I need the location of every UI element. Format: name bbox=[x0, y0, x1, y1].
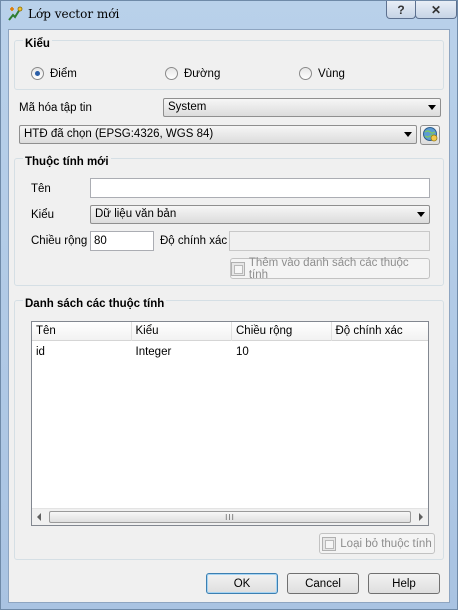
ok-label: OK bbox=[233, 577, 251, 590]
radio-indicator bbox=[31, 67, 44, 80]
cell-width: 10 bbox=[235, 346, 249, 358]
scroll-left-icon[interactable] bbox=[37, 513, 41, 521]
attribute-table[interactable]: Tên Kiểu Chiều rộng Độ chính xác id Inte… bbox=[31, 321, 429, 526]
crs-select[interactable]: HTĐ đã chọn (EPSG:4326, WGS 84) bbox=[19, 125, 417, 144]
new-attribute-title: Thuộc tính mới bbox=[23, 156, 111, 168]
horizontal-scrollbar[interactable]: III bbox=[32, 508, 428, 525]
ok-button[interactable]: OK bbox=[206, 573, 278, 594]
title-bar: Lớp vector mới ? ✕ bbox=[1, 1, 457, 27]
chevron-down-icon bbox=[404, 132, 412, 137]
help-label: Help bbox=[392, 577, 416, 590]
radio-indicator bbox=[165, 67, 178, 80]
qgis-new-layer-icon bbox=[7, 6, 23, 22]
remove-attribute-label: Loại bỏ thuộc tính bbox=[340, 537, 432, 550]
column-header-name[interactable]: Tên bbox=[32, 322, 132, 341]
radio-line-label: Đường bbox=[184, 67, 221, 80]
help-button[interactable]: Help bbox=[368, 573, 440, 594]
encoding-value: System bbox=[168, 101, 207, 113]
table-row[interactable]: id Integer 10 bbox=[32, 343, 428, 361]
column-header-width[interactable]: Chiều rộng bbox=[232, 322, 332, 341]
chevron-down-icon bbox=[428, 105, 436, 110]
name-label: Tên bbox=[31, 183, 51, 195]
type-group-title: Kiểu bbox=[23, 38, 52, 50]
close-button[interactable]: ✕ bbox=[415, 1, 457, 19]
precision-input[interactable] bbox=[229, 231, 430, 251]
cell-name: id bbox=[36, 346, 45, 358]
precision-label: Độ chính xác bbox=[160, 235, 228, 247]
remove-attribute-icon bbox=[322, 536, 337, 551]
radio-point[interactable]: Điểm bbox=[31, 67, 77, 80]
radio-polygon[interactable]: Vùng bbox=[299, 67, 345, 80]
add-to-list-icon bbox=[231, 261, 245, 276]
type-label: Kiểu bbox=[31, 209, 55, 221]
cell-type: Integer bbox=[135, 346, 172, 358]
type-group: Kiểu Điểm Đường Vùng bbox=[14, 38, 444, 90]
attribute-list-title: Danh sách các thuộc tính bbox=[23, 298, 167, 310]
crs-value: HTĐ đã chọn (EPSG:4326, WGS 84) bbox=[24, 128, 214, 140]
radio-polygon-label: Vùng bbox=[318, 67, 345, 80]
close-icon: ✕ bbox=[430, 2, 442, 17]
column-header-precision[interactable]: Độ chính xác bbox=[332, 322, 429, 341]
radio-line[interactable]: Đường bbox=[165, 67, 220, 80]
new-attribute-group: Thuộc tính mới Tên Kiểu Dữ liệu văn bản … bbox=[14, 156, 444, 286]
name-input[interactable] bbox=[90, 178, 430, 198]
window-title: Lớp vector mới bbox=[28, 7, 120, 21]
add-attribute-label: Thêm vào danh sách các thuộc tính bbox=[248, 256, 409, 281]
scroll-right-icon[interactable] bbox=[419, 513, 423, 521]
attribute-type-select[interactable]: Dữ liệu văn bản bbox=[90, 205, 430, 224]
encoding-select[interactable]: System bbox=[163, 98, 441, 117]
attribute-list-group: Danh sách các thuộc tính Tên Kiểu Chiều … bbox=[14, 298, 444, 560]
crs-selector-button[interactable] bbox=[420, 125, 440, 145]
cancel-button[interactable]: Cancel bbox=[287, 573, 359, 594]
attribute-type-value: Dữ liệu văn bản bbox=[95, 208, 177, 220]
dialog-window: Lớp vector mới ? ✕ Kiểu Điểm Đường Vùng bbox=[0, 0, 458, 610]
encoding-label: Mã hóa tập tin bbox=[19, 102, 92, 114]
column-header-type[interactable]: Kiểu bbox=[132, 322, 232, 341]
question-icon: ? bbox=[397, 2, 405, 17]
chevron-down-icon bbox=[417, 212, 425, 217]
scroll-thumb[interactable]: III bbox=[49, 511, 411, 523]
cell-precision bbox=[331, 343, 428, 361]
remove-attribute-button[interactable]: Loại bỏ thuộc tính bbox=[319, 533, 435, 554]
width-label: Chiều rộng bbox=[31, 235, 88, 247]
help-title-button[interactable]: ? bbox=[386, 1, 416, 19]
width-input[interactable] bbox=[90, 231, 154, 251]
scroll-grip: III bbox=[225, 512, 235, 522]
cancel-label: Cancel bbox=[305, 577, 341, 590]
table-header: Tên Kiểu Chiều rộng Độ chính xác bbox=[32, 322, 428, 341]
globe-icon bbox=[422, 126, 438, 145]
add-attribute-button[interactable]: Thêm vào danh sách các thuộc tính bbox=[230, 256, 430, 281]
dialog-body: Kiểu Điểm Đường Vùng Mã hóa tập tin Syst… bbox=[8, 29, 450, 603]
radio-point-label: Điểm bbox=[50, 67, 77, 80]
radio-indicator bbox=[299, 67, 312, 80]
